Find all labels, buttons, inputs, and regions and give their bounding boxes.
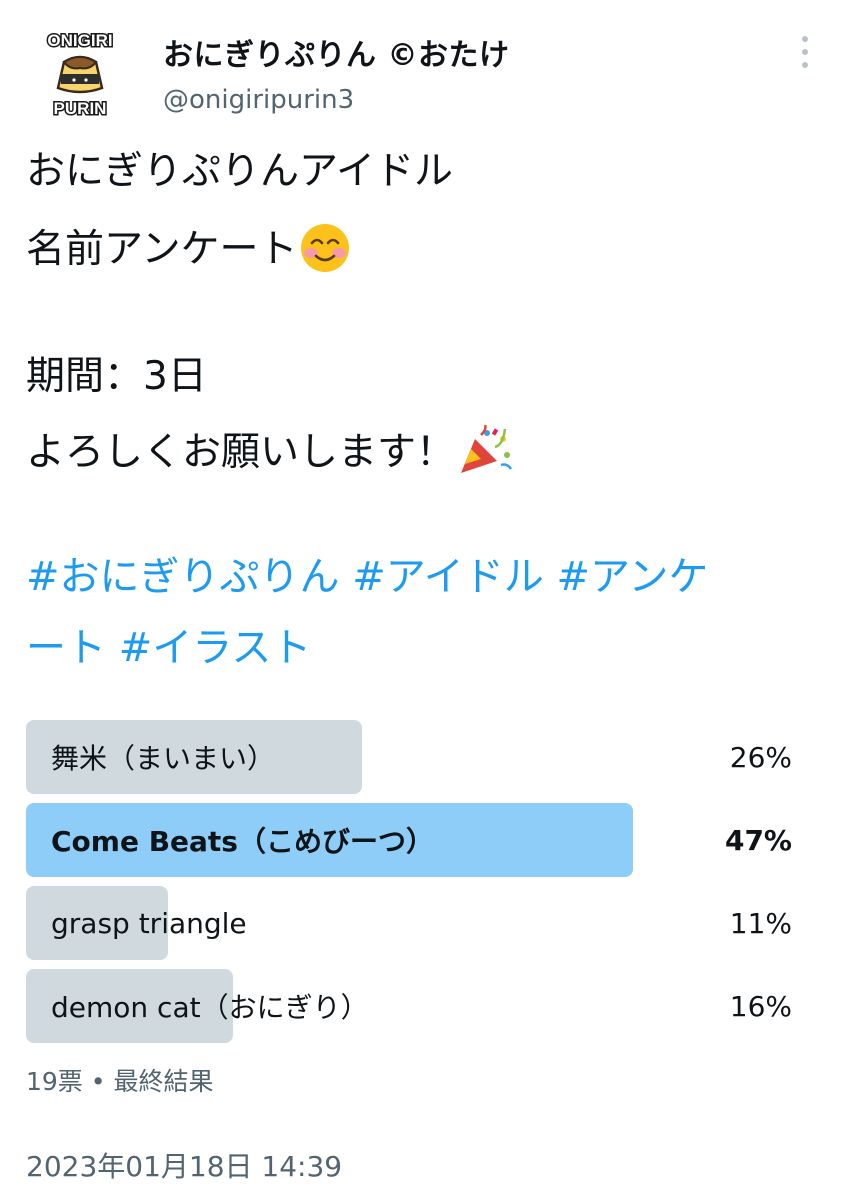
smiling-blush-emoji-icon [299, 222, 351, 281]
poll-option: 舞米（まいまい） 26% [26, 720, 792, 794]
svg-text:ONIGIRI: ONIGIRI [47, 31, 112, 50]
tweet-text-line-2-text: 名前アンケート [26, 227, 298, 272]
poll-option-label: Come Beats（こめびーつ） [51, 825, 434, 858]
hashtag-survey-part2[interactable]: ート [26, 625, 106, 671]
tweet-text-line-4-text: よろしくお願いします！ [26, 430, 456, 475]
hashtag-idol[interactable]: #アイドル [352, 554, 544, 600]
poll-vote-count: 19票 • 最終結果 [26, 1067, 214, 1096]
hashtag-onigiripurin[interactable]: #おにぎりぷりん [26, 554, 340, 600]
poll-option: demon cat（おにぎり） 16% [26, 969, 792, 1043]
display-name[interactable]: おにぎりぷりん ©おたけ [163, 30, 509, 74]
hashtag-survey-part1[interactable]: #アンケ [556, 554, 708, 600]
poll-option-percent: 47% [724, 823, 792, 857]
onigiripurin-logo: ONIGIRI PURIN [32, 24, 128, 120]
user-handle[interactable]: @onigiripurin3 [163, 85, 354, 115]
poll-option-winner: Come Beats（こめびーつ） 47% [26, 803, 792, 877]
poll-option-percent: 16% [729, 989, 792, 1023]
tweet-text-line-3: 期間：3日 [26, 354, 207, 399]
svg-text:PURIN: PURIN [54, 99, 107, 118]
tweet-text-line-2: 名前アンケート [26, 222, 351, 281]
tweet-timestamp[interactable]: 2023年01月18日 14:39 [26, 1145, 342, 1185]
poll-option: grasp triangle 11% [26, 886, 792, 960]
tweet: ONIGIRI PURIN おにぎりぷりん ©おたけ @onigiripurin… [0, 0, 846, 1200]
poll-option-label: 舞米（まいまい） [51, 742, 276, 775]
hashtag-illust[interactable]: #イラスト [119, 625, 312, 671]
poll-option-percent: 26% [729, 740, 792, 774]
poll-option-label: grasp triangle [51, 906, 247, 940]
hashtag-line-2: ート #イラスト [26, 628, 311, 668]
poll-option-label: demon cat（おにぎり） [51, 991, 369, 1024]
poll-option-percent: 11% [729, 906, 792, 940]
hashtag-line-1: #おにぎりぷりん #アイドル #アンケ [26, 557, 708, 597]
more-vertical-icon[interactable] [796, 36, 814, 68]
tweet-text-line-4: よろしくお願いします！ [26, 424, 513, 484]
avatar[interactable]: ONIGIRI PURIN [30, 22, 130, 122]
tweet-text-line-1: おにぎりぷりんアイドル [26, 149, 454, 194]
party-popper-emoji-icon [457, 424, 513, 484]
